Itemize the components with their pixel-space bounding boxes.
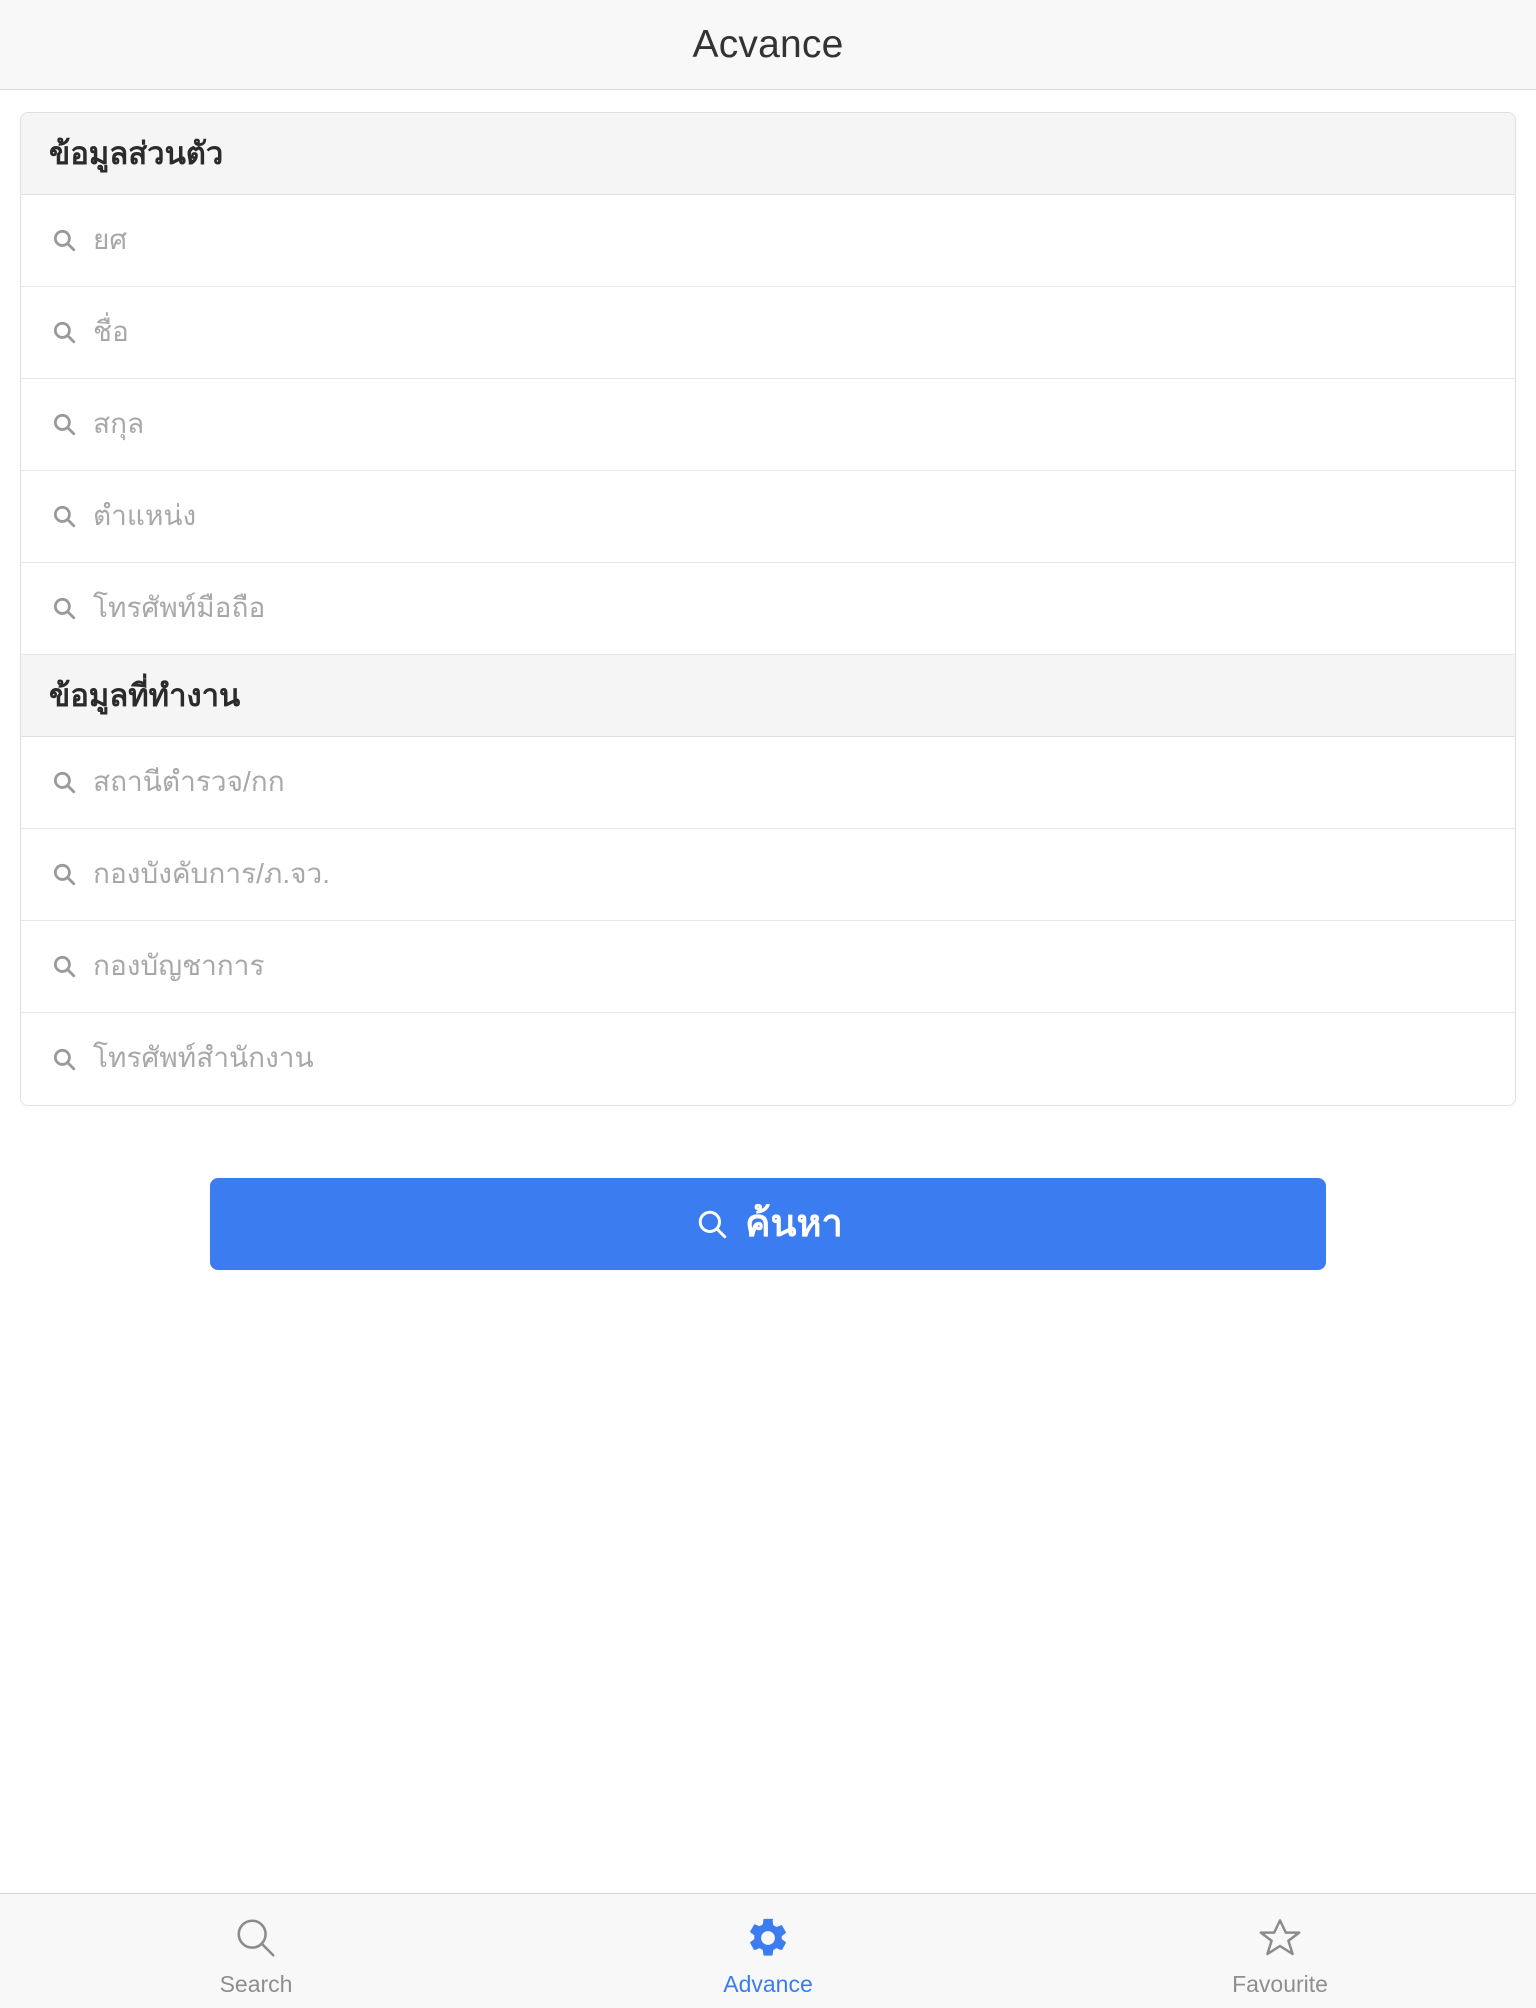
tab-label-search: Search [219,1971,293,1998]
advance-search-screen: Acvance ข้อมูลส่วนตัว ยศ ชื่อ สกุล ตำแหน… [0,0,1536,2008]
section-header-personal: ข้อมูลส่วนตัว [21,113,1515,195]
advance-search-form-card: ข้อมูลส่วนตัว ยศ ชื่อ สกุล ตำแหน่ง โทรศั… [20,112,1516,1106]
search-icon [49,859,79,889]
field-row-lastname[interactable]: สกุล [21,378,1515,471]
field-row-division[interactable]: กองบังคับการ/ภ.จว. [21,828,1515,921]
tab-advance[interactable]: Advance [512,1894,1024,2008]
main-content: ข้อมูลส่วนตัว ยศ ชื่อ สกุล ตำแหน่ง โทรศั… [0,90,1536,1893]
tab-search[interactable]: Search [0,1894,512,2008]
section-header-work: ข้อมูลที่ทำงาน [21,654,1515,737]
field-row-firstname[interactable]: ชื่อ [21,286,1515,379]
search-icon [49,767,79,797]
field-row-command[interactable]: กองบัญชาการ [21,920,1515,1013]
search-submit-label: ค้นหา [745,1202,843,1245]
field-row-police-station[interactable]: สถานีตำรวจ/กก [21,736,1515,829]
field-row-office-phone[interactable]: โทรศัพท์สำนักงาน [21,1012,1515,1105]
section-title: ข้อมูลที่ทำงาน [49,677,241,713]
field-placeholder-position: ตำแหน่ง [93,500,197,532]
search-submit-button[interactable]: ค้นหา [210,1177,1326,1270]
field-placeholder-lastname: สกุล [93,408,145,440]
search-icon [693,1205,731,1243]
field-placeholder-firstname: ชื่อ [93,316,129,348]
search-icon [49,1044,79,1074]
gear-icon [740,1910,796,1966]
navigation-bar: Acvance [0,0,1536,90]
field-placeholder-office-phone: โทรศัพท์สำนักงาน [93,1042,314,1074]
search-icon [49,317,79,347]
search-icon [49,225,79,255]
tab-label-advance: Advance [723,1971,813,1998]
field-row-mobile-phone[interactable]: โทรศัพท์มือถือ [21,562,1515,655]
tab-label-favourite: Favourite [1232,1971,1328,1998]
search-icon [49,593,79,623]
tab-favourite[interactable]: Favourite [1024,1894,1536,2008]
field-row-rank[interactable]: ยศ [21,194,1515,287]
field-placeholder-rank: ยศ [93,224,128,256]
page-title: Acvance [692,22,844,66]
field-row-position[interactable]: ตำแหน่ง [21,470,1515,563]
bottom-tab-bar: Search Advance Favourite [0,1893,1536,2008]
search-icon [49,951,79,981]
field-placeholder-police-station: สถานีตำรวจ/กก [93,765,285,797]
search-icon [49,501,79,531]
field-placeholder-command: กองบัญชาการ [93,949,265,981]
field-placeholder-division: กองบังคับการ/ภ.จว. [93,857,331,889]
search-icon [49,409,79,439]
submit-button-container: ค้นหา [0,1106,1536,1270]
magnifier-icon [228,1910,284,1966]
star-icon [1252,1910,1308,1966]
section-title: ข้อมูลส่วนตัว [49,136,224,171]
field-placeholder-mobile-phone: โทรศัพท์มือถือ [93,592,266,624]
